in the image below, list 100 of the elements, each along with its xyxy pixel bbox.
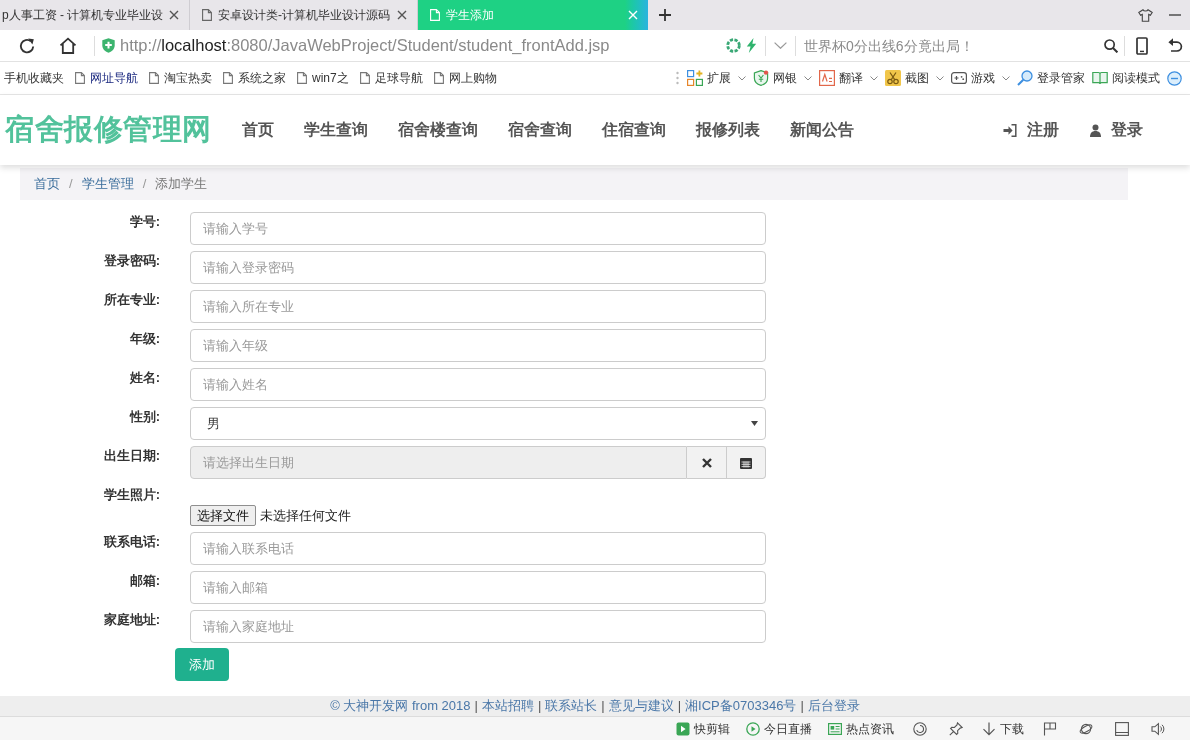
footer-link[interactable]: © 大神开发网 from 2018 <box>330 696 471 716</box>
input-field[interactable]: 请输入登录密码 <box>190 251 766 284</box>
bookmark-link[interactable]: win7之 <box>297 69 349 87</box>
scissors-icon <box>885 70 901 86</box>
status-bar-button[interactable]: 今日直播 <box>744 719 814 738</box>
status-bar-button[interactable]: 快剪辑 <box>674 719 732 738</box>
play-square-icon <box>676 721 690 736</box>
field-label: 登录密码: <box>102 252 160 269</box>
grip-icon <box>676 71 679 85</box>
status-bar-button[interactable]: 热点资讯 <box>826 719 896 738</box>
down-arrow-icon <box>982 721 996 736</box>
toolbar-button[interactable]: 扩展 <box>687 69 746 87</box>
magnifier-icon <box>1017 70 1033 86</box>
sign-in-icon <box>1003 123 1017 137</box>
bookmark-link[interactable]: 网上购物 <box>433 69 497 87</box>
breadcrumb-separator: / <box>141 175 148 194</box>
breadcrumb-link[interactable]: 首页 <box>34 174 60 194</box>
page-icon <box>359 72 370 84</box>
toolbar-button[interactable]: 游戏 <box>951 69 1010 87</box>
nav-link[interactable]: 学生查询 <box>303 118 368 142</box>
close-icon <box>701 457 712 468</box>
input-field[interactable]: 请输入姓名 <box>190 368 766 401</box>
ring-icon[interactable] <box>1079 721 1093 736</box>
toolbar-button[interactable]: 翻译 <box>819 69 878 87</box>
letter-tile-icon <box>819 70 835 86</box>
page-icon <box>297 72 307 84</box>
footer-link[interactable]: 湘ICP备0703346号 <box>685 696 797 716</box>
reload-icon[interactable] <box>18 36 36 55</box>
chevron-down-icon <box>804 75 812 81</box>
close-icon[interactable] <box>169 10 180 20</box>
input-field[interactable]: 请输入联系电话 <box>190 532 766 565</box>
shirt-icon[interactable] <box>1138 8 1153 22</box>
bookmark-link[interactable]: 网址导航 <box>75 69 138 87</box>
toolbar-button[interactable]: 网银 <box>753 69 812 87</box>
page-icon <box>223 72 233 84</box>
account-link[interactable]: 登录 <box>1090 118 1143 142</box>
plus-icon[interactable] <box>659 9 671 21</box>
chevron-down-icon[interactable] <box>774 42 787 49</box>
input-field[interactable]: 请输入年级 <box>190 329 766 362</box>
footer-link[interactable]: 联系站长 <box>545 696 598 716</box>
bookmark-link[interactable]: 系统之家 <box>223 69 286 87</box>
page-icon <box>430 9 440 21</box>
input-field[interactable]: 请输入学号 <box>190 212 766 245</box>
footer-separator: | <box>800 697 804 716</box>
footer-separator: | <box>677 697 682 716</box>
close-icon[interactable] <box>397 10 407 20</box>
nav-link[interactable]: 新闻公告 <box>789 118 854 142</box>
window-icon[interactable] <box>1115 721 1129 736</box>
input-field[interactable]: 请输入邮箱 <box>190 571 766 604</box>
footer-link[interactable]: 后台登录 <box>807 696 860 716</box>
home-icon[interactable] <box>59 37 77 54</box>
field-label: 邮箱: <box>128 572 160 589</box>
search-icon[interactable] <box>1104 38 1118 53</box>
field-label: 年级: <box>128 330 160 347</box>
user-icon <box>1090 123 1101 137</box>
status-bar-button[interactable]: 下载 <box>980 719 1026 738</box>
flag-icon[interactable] <box>1043 721 1057 736</box>
calendar-button[interactable] <box>727 446 766 479</box>
chevron-down-icon <box>1002 75 1010 81</box>
choose-file-button[interactable]: 选择文件 <box>190 505 256 526</box>
nav-link[interactable]: 宿舍查询 <box>507 118 572 142</box>
shield-icon <box>102 38 115 53</box>
file-status-text: 未选择任何文件 <box>260 507 351 525</box>
field-label: 学生照片: <box>102 486 160 503</box>
breadcrumb-current: 添加学生 <box>155 175 208 194</box>
footer-separator: | <box>474 697 478 716</box>
page-icon <box>433 72 444 84</box>
search-field[interactable]: 世界杯0分出线6分竟出局！ <box>804 33 1100 58</box>
minus-circle-icon[interactable] <box>1167 70 1182 86</box>
address-field[interactable]: http://localhost:8080/JavaWebProject/Student/student_frontAdd.jsp <box>95 32 765 59</box>
gender-select[interactable]: 男 <box>190 407 766 440</box>
tablet-icon[interactable] <box>1136 36 1148 55</box>
clear-date-button[interactable] <box>687 446 727 479</box>
chevron-down-icon <box>936 75 944 81</box>
footer-link[interactable]: 本站招聘 <box>481 696 534 716</box>
spiral-icon[interactable] <box>913 721 927 736</box>
toolbar-button[interactable]: 阅读模式 <box>1092 69 1160 87</box>
account-link[interactable]: 注册 <box>1003 118 1059 142</box>
toolbar-button[interactable]: 登录管家 <box>1017 69 1085 87</box>
pin-icon[interactable] <box>949 721 963 736</box>
undo-icon[interactable] <box>1167 37 1183 54</box>
speaker-icon[interactable] <box>1151 721 1165 736</box>
field-label: 性别: <box>128 408 160 425</box>
bookmark-link[interactable]: 足球导航 <box>359 69 423 87</box>
breadcrumb-link[interactable]: 学生管理 <box>81 174 134 194</box>
field-label: 出生日期: <box>102 447 160 464</box>
lightning-icon <box>746 38 757 53</box>
footer-link[interactable]: 意见与建议 <box>608 696 674 716</box>
page-icon <box>202 9 212 21</box>
footer-separator: | <box>537 697 542 716</box>
breadcrumb-separator: / <box>68 175 74 194</box>
input-field[interactable]: 请输入所在专业 <box>190 290 766 323</box>
nav-link[interactable]: 住宿查询 <box>601 118 666 142</box>
bookmark-link[interactable]: 淘宝热卖 <box>149 69 212 87</box>
input-field[interactable]: 请输入家庭地址 <box>190 610 766 643</box>
toolbar-button[interactable]: 截图 <box>885 69 944 87</box>
nav-link[interactable]: 宿舍楼查询 <box>397 118 478 142</box>
nav-link[interactable]: 报修列表 <box>695 118 760 142</box>
bookmark-link[interactable]: 手机收藏夹 <box>4 69 64 87</box>
nav-link[interactable]: 首页 <box>241 118 274 142</box>
